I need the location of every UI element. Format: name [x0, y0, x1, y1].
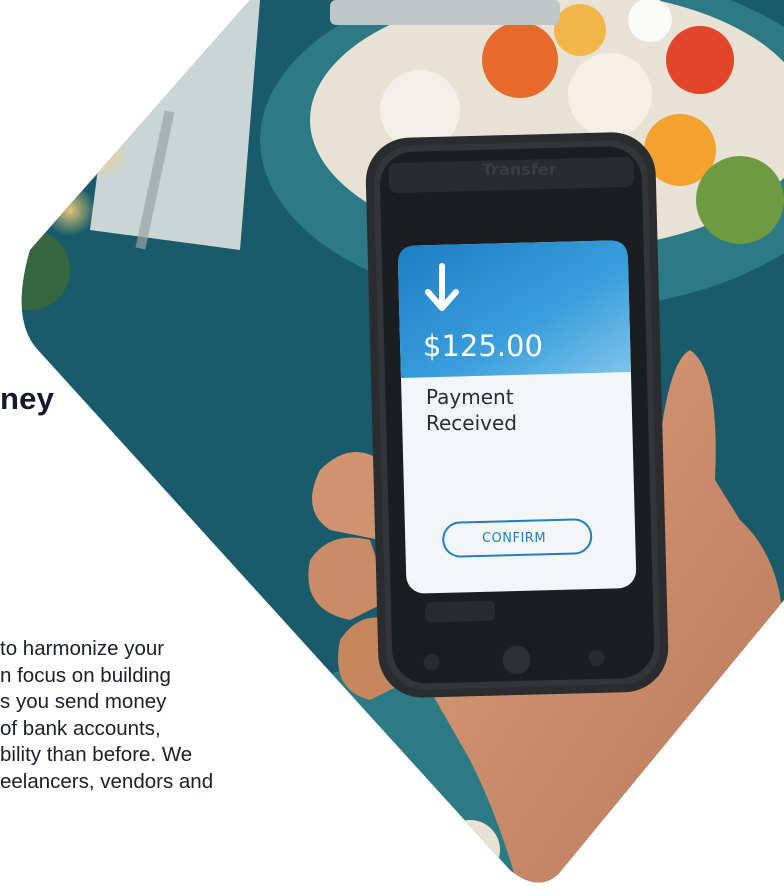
payment-status-line2: Received: [426, 411, 517, 435]
payment-status-line1: Payment: [426, 385, 514, 409]
hero-photo: Transfer $125.00 Payment Received CONFIR…: [0, 0, 784, 894]
arrow-down-icon: [422, 262, 462, 314]
payment-amount: $125.00: [423, 329, 543, 363]
transfer-title: Transfer: [482, 160, 557, 179]
confirm-button[interactable]: CONFIRM: [440, 522, 588, 556]
